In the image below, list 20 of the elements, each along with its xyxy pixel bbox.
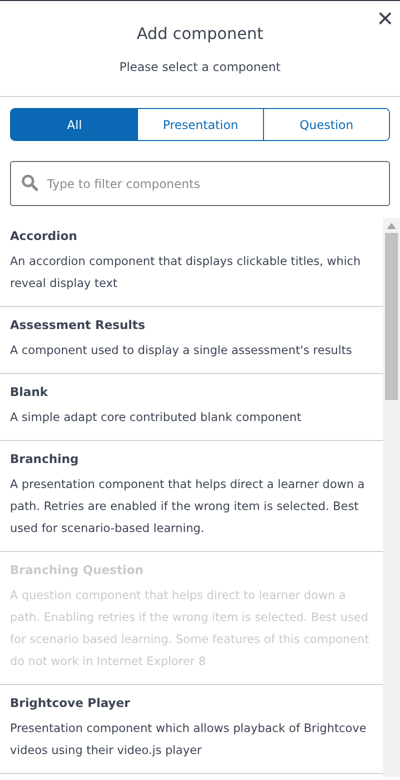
component-name: Blank [10, 384, 49, 400]
component-name: Branching [10, 451, 80, 467]
component-description: An accordion component that displays clickable titles, which reveal display text [10, 253, 362, 292]
dialog-title: Add component [136, 23, 264, 45]
filter-tab[interactable]: All [11, 109, 137, 140]
filter-tab[interactable]: Question [263, 109, 389, 140]
scrollbar[interactable] [383, 218, 400, 777]
component-name: Brightcove Player [10, 695, 132, 711]
dialog-subtitle: Please select a component [118, 59, 282, 75]
component-description: A component used to display a single assessment's results [10, 342, 353, 359]
component-description: Presentation component which allows playback of Brightcove videos using their video.js player [10, 720, 368, 759]
component-name: Assessment Results [10, 317, 146, 333]
scroll-up-icon[interactable] [387, 223, 396, 229]
search-icon [21, 174, 38, 191]
component-description: A presentation component that helps direct a learner down a path. Retries are enabled if the wrong item is selected. Best used for scenario-based learning. [10, 476, 366, 537]
component-name: Accordion [10, 228, 78, 244]
search-field[interactable]: Type to filter components [10, 161, 390, 206]
scrollbar-thumb[interactable] [385, 233, 398, 400]
close-button[interactable]: ✕ [374, 7, 396, 31]
component-description: A simple adapt core contributed blank component [10, 409, 302, 426]
